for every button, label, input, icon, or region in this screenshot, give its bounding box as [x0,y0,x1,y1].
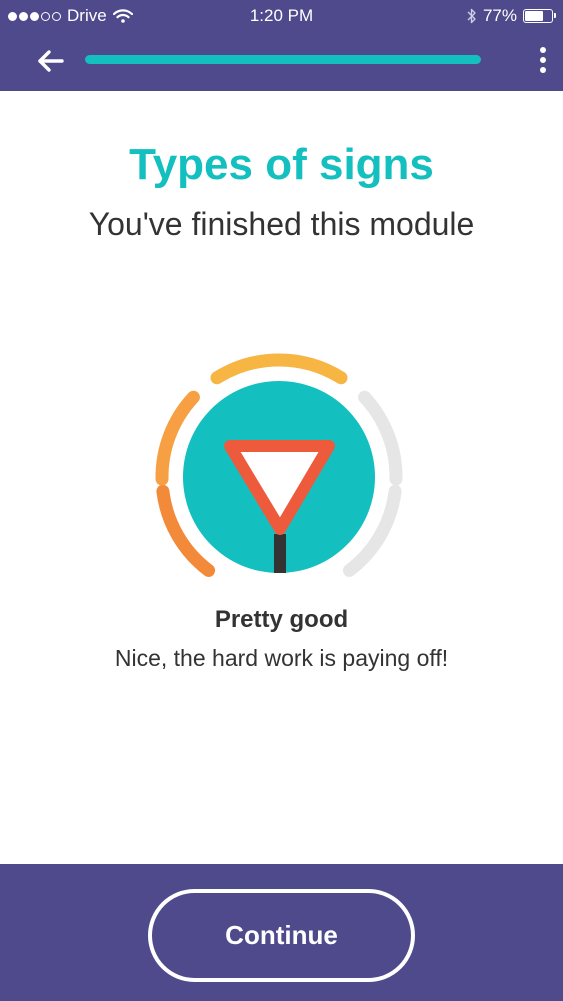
module-title: Types of signs [129,140,434,189]
result-title: Pretty good [214,606,349,633]
top-bar: Drive 1:20 PM 77% [0,0,563,91]
module-subtitle: You've finished this module [88,206,475,242]
continue-button[interactable]: Continue [148,889,415,982]
vertical-dots-icon [540,47,546,73]
result-message: Nice, the hard work is paying off! [114,645,449,671]
status-bar: Drive 1:20 PM 77% [0,6,563,28]
bluetooth-icon [467,8,476,24]
back-button[interactable] [34,44,68,78]
score-segment-filled [210,353,348,385]
module-progress-fill [85,55,481,64]
more-options-button[interactable] [530,44,556,78]
arrow-left-icon [38,50,64,72]
score-gauge [155,353,403,577]
module-progress-bar [85,55,481,64]
battery-icon [523,9,556,23]
status-right: 77% [467,6,556,26]
battery-percent: 77% [482,6,517,25]
battery-level [525,11,544,21]
